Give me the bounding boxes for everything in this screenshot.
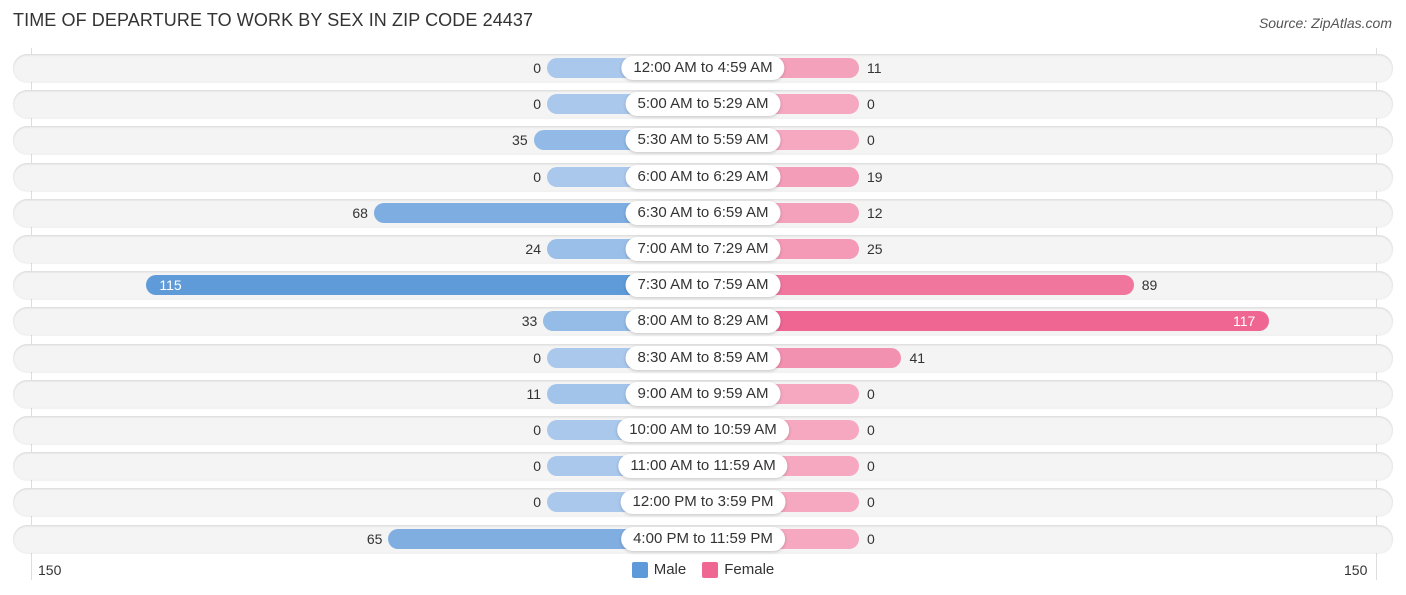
source-label: Source: ZipAtlas.com bbox=[1258, 15, 1392, 31]
category-label: 5:30 AM to 5:59 AM bbox=[625, 128, 781, 153]
category-label: 4:00 PM to 11:59 PM bbox=[621, 526, 785, 551]
category-label: 9:00 AM to 9:59 AM bbox=[625, 381, 781, 406]
category-label: 8:00 AM to 8:29 AM bbox=[625, 309, 781, 334]
category-label: 12:00 PM to 3:59 PM bbox=[620, 490, 786, 515]
legend-swatch-male bbox=[631, 561, 648, 578]
category-label: 7:30 AM to 7:59 AM bbox=[625, 273, 781, 298]
value-label-female: 117 bbox=[1232, 313, 1256, 330]
value-label-male: 11 bbox=[526, 385, 541, 402]
value-label-female: 0 bbox=[867, 96, 875, 113]
value-label-male: 0 bbox=[533, 60, 541, 76]
value-label-male: 68 bbox=[352, 204, 368, 221]
category-label: 6:30 AM to 6:59 AM bbox=[625, 200, 781, 225]
bar-female[interactable] bbox=[703, 311, 1270, 332]
value-label-female: 0 bbox=[867, 530, 875, 547]
value-label-female: 41 bbox=[909, 349, 926, 366]
value-label-female: 0 bbox=[867, 458, 875, 475]
value-label-male: 35 bbox=[512, 132, 528, 149]
value-label-male: 24 bbox=[525, 241, 541, 257]
category-label: 8:30 AM to 8:59 AM bbox=[625, 345, 781, 370]
value-label-female: 0 bbox=[867, 494, 875, 511]
bar-male[interactable] bbox=[146, 275, 703, 296]
value-label-female: 25 bbox=[867, 241, 883, 257]
value-label-male: 115 bbox=[159, 277, 182, 294]
value-label-male: 0 bbox=[533, 494, 541, 511]
value-label-male: 0 bbox=[533, 422, 541, 438]
value-label-female: 12 bbox=[867, 204, 883, 221]
category-label: 5:00 AM to 5:29 AM bbox=[625, 92, 781, 117]
category-label: 6:00 AM to 6:29 AM bbox=[625, 164, 781, 189]
category-label: 10:00 AM to 10:59 AM bbox=[617, 418, 789, 442]
value-label-female: 11 bbox=[867, 60, 882, 76]
legend-item-male[interactable]: Male bbox=[631, 561, 687, 578]
legend-label-male: Male bbox=[653, 561, 687, 578]
value-label-female: 0 bbox=[867, 422, 875, 438]
legend-item-female[interactable]: Female bbox=[702, 561, 774, 578]
value-label-male: 65 bbox=[366, 530, 383, 547]
value-label-male: 0 bbox=[533, 349, 541, 366]
value-label-male: 0 bbox=[533, 458, 541, 475]
value-label-male: 33 bbox=[521, 313, 538, 330]
category-label: 11:00 AM to 11:59 AM bbox=[618, 454, 788, 479]
value-label-female: 89 bbox=[1141, 277, 1158, 294]
value-label-female: 0 bbox=[867, 132, 875, 149]
value-label-male: 0 bbox=[533, 96, 541, 113]
legend-label-female: Female bbox=[724, 561, 775, 578]
category-label: 7:00 AM to 7:29 AM bbox=[625, 237, 781, 261]
value-label-male: 0 bbox=[533, 168, 541, 185]
legend: Male Female bbox=[0, 561, 1406, 578]
chart-title: TIME OF DEPARTURE TO WORK BY SEX IN ZIP … bbox=[13, 10, 534, 30]
value-label-female: 19 bbox=[867, 168, 883, 185]
category-label: 12:00 AM to 4:59 AM bbox=[621, 56, 785, 80]
legend-swatch-female bbox=[702, 561, 719, 578]
value-label-female: 0 bbox=[867, 385, 875, 402]
